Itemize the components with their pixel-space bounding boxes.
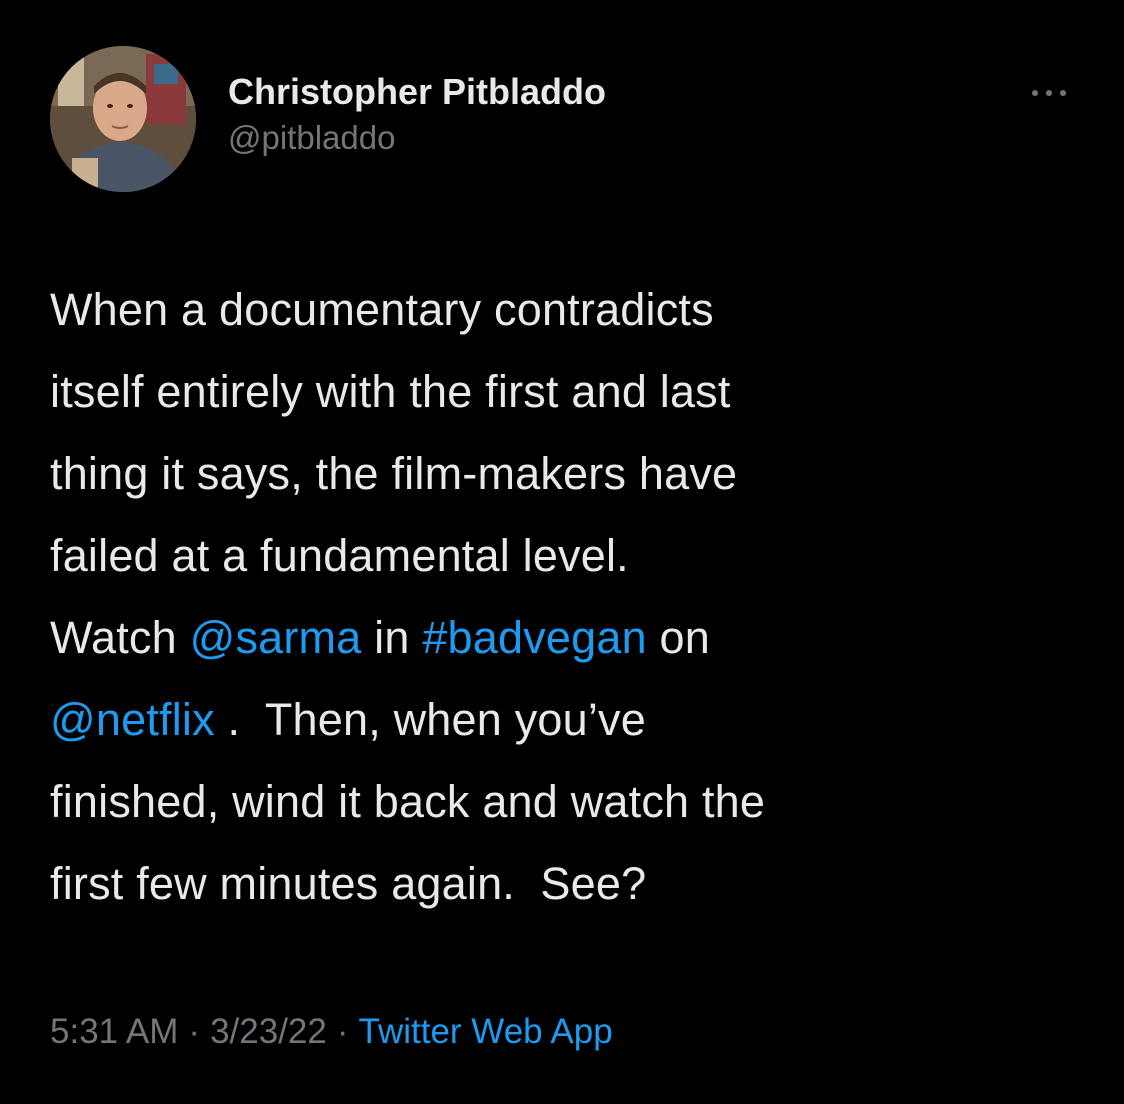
tweet-text-line: itself entirely with the first and last: [50, 366, 731, 417]
tweet-source-link[interactable]: Twitter Web App: [359, 1012, 613, 1051]
tweet-text: When a documentary contradicts itself en…: [50, 269, 1090, 925]
author-display-name[interactable]: Christopher Pitbladdo: [228, 70, 606, 114]
tweet-text-line: first few minutes again. See?: [50, 858, 647, 909]
tweet-time[interactable]: 5:31 AM: [50, 1012, 178, 1051]
tweet-text-line: thing it says, the film-makers have: [50, 448, 738, 499]
author-handle[interactable]: @pitbladdo: [228, 118, 606, 158]
tweet-text-line: @netflix . Then, when you’ve: [50, 679, 1090, 761]
mention-link-netflix[interactable]: @netflix: [50, 694, 215, 745]
tweet-text-line: Watch @sarma in #badvegan on: [50, 597, 1090, 679]
tweet-text-line: finished, wind it back and watch the: [50, 776, 766, 827]
text-segment: Watch: [50, 612, 190, 663]
tweet-text-line: When a documentary contradicts: [50, 284, 714, 335]
more-options-icon[interactable]: [1024, 78, 1074, 108]
tweet: Christopher Pitbladdo @pitbladdo When a …: [0, 0, 1124, 1104]
hashtag-link-badvegan[interactable]: #badvegan: [422, 612, 647, 663]
mention-link-sarma[interactable]: @sarma: [190, 612, 362, 663]
tweet-text-line: failed at a fundamental level.: [50, 530, 629, 581]
text-segment: in: [361, 612, 423, 663]
tweet-date[interactable]: 3/23/22: [210, 1012, 327, 1051]
meta-separator: ·: [336, 1012, 349, 1051]
meta-separator: ·: [188, 1012, 201, 1051]
text-segment: on: [646, 612, 710, 663]
avatar[interactable]: [50, 46, 196, 192]
profile-photo-icon: [50, 46, 196, 192]
text-segment: . Then, when you’ve: [214, 694, 646, 745]
tweet-meta: 5:31 AM · 3/23/22 · Twitter Web App: [50, 1008, 613, 1056]
author-info: Christopher Pitbladdo @pitbladdo: [228, 70, 606, 158]
